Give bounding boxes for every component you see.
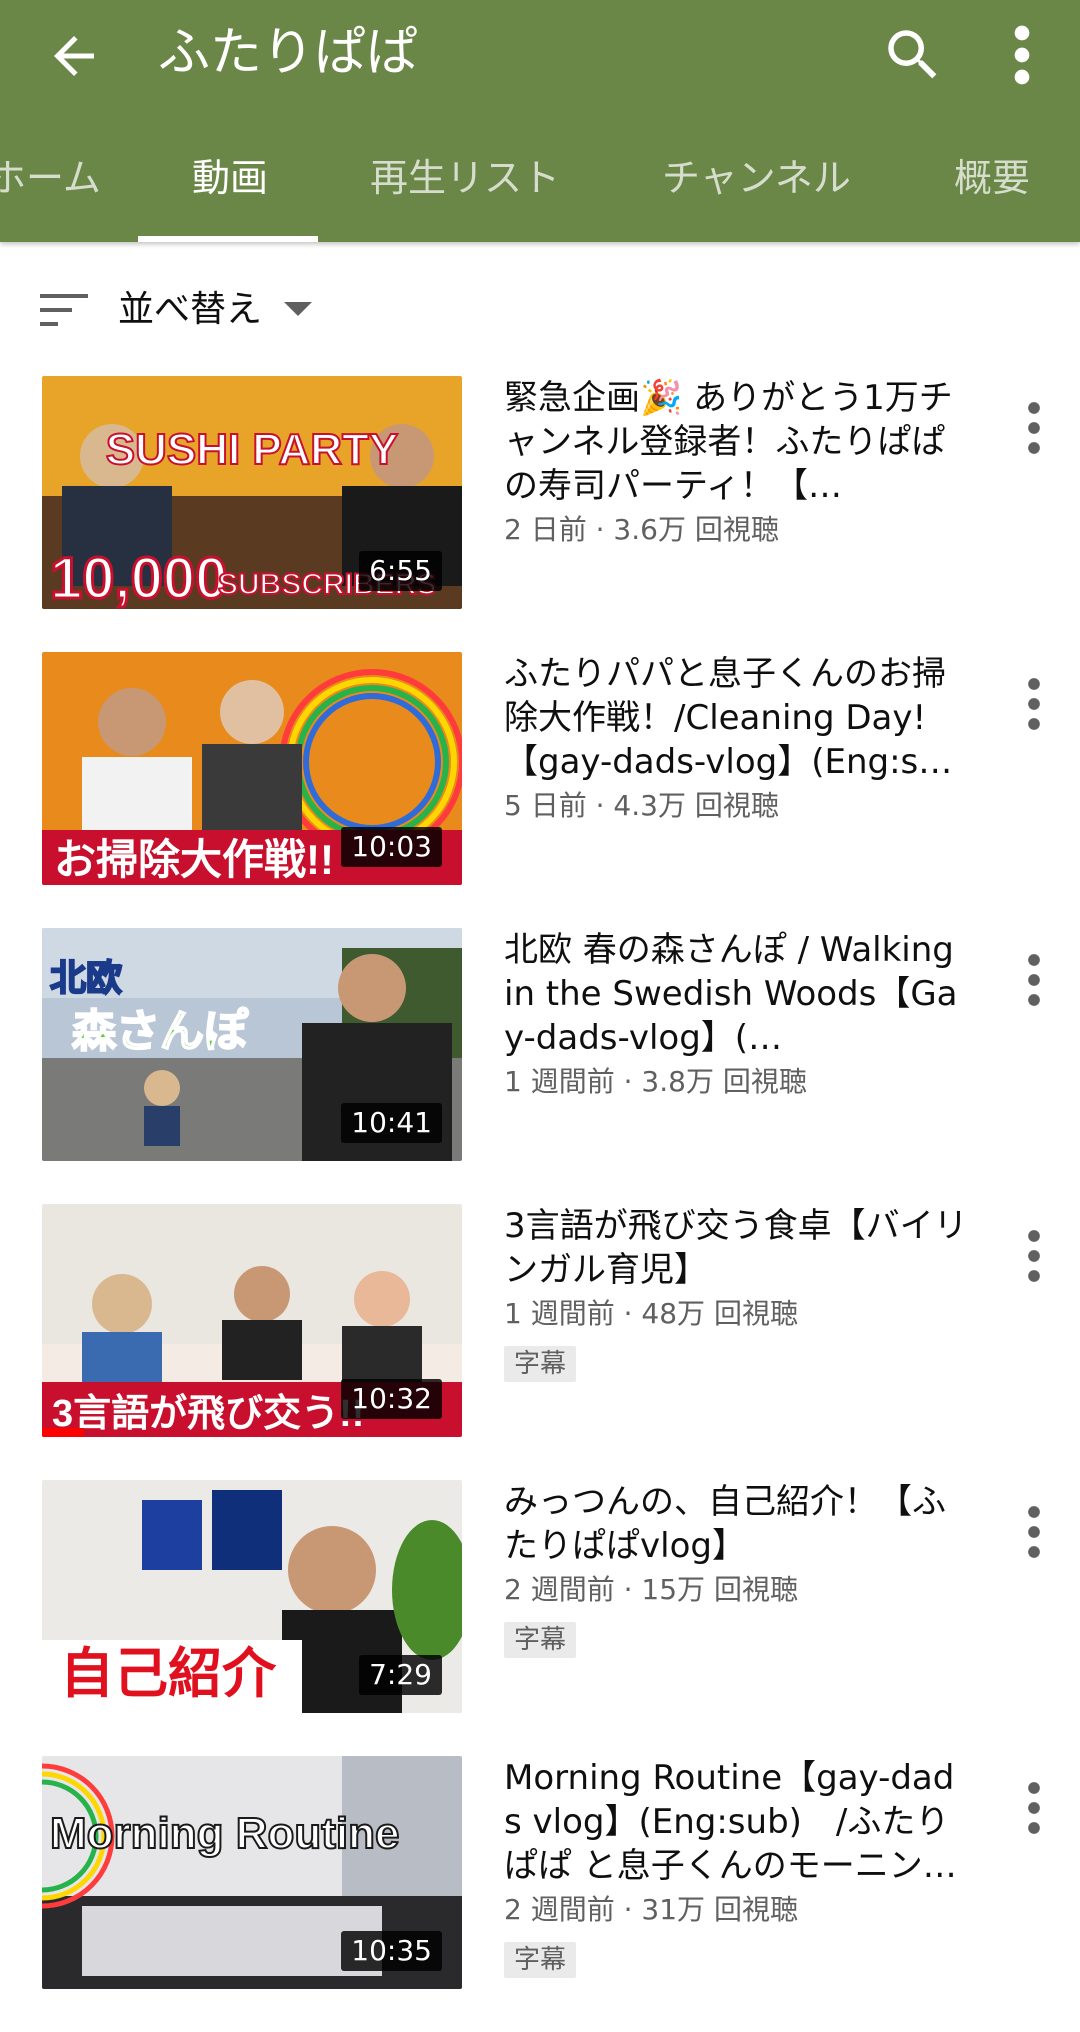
video-item[interactable]: 北欧 森さんぽ 10:41 北欧 春の森さんぽ / Walking in the… [0, 928, 1080, 1204]
tab-channels[interactable]: チャンネル [662, 138, 851, 242]
channel-tabs: ホーム 動画 再生リスト チャンネル 概要 [0, 138, 1080, 242]
video-meta: 2 週間前 · 15万 回視聴 [504, 1573, 798, 1606]
more-vert-icon[interactable] [1014, 674, 1054, 734]
thumb-text: 自己紹介 [60, 1644, 277, 1704]
video-meta: 2 週間前 · 31万 回視聴 [504, 1893, 798, 1926]
more-vert-icon[interactable] [1014, 950, 1054, 1010]
video-thumbnail[interactable]: 3言語が飛び交う!! 10:32 [42, 1204, 462, 1437]
video-thumbnail[interactable]: お掃除大作戦!! 10:03 [42, 652, 462, 885]
active-tab-indicator [138, 236, 318, 242]
video-duration: 7:29 [359, 1655, 442, 1695]
thumb-text: 北欧 [50, 957, 122, 998]
sort-icon [40, 294, 88, 326]
chevron-down-icon [284, 302, 312, 316]
tab-playlists[interactable]: 再生リスト [370, 138, 560, 242]
video-thumbnail[interactable]: 自己紹介 7:29 [42, 1480, 462, 1713]
video-meta: 1 週間前 · 48万 回視聴 [504, 1297, 798, 1330]
search-icon[interactable] [880, 22, 946, 88]
video-thumbnail[interactable]: Morning Routine 10:35 [42, 1756, 462, 1989]
sort-label[interactable]: 並べ替え [118, 282, 262, 338]
video-item[interactable]: SUSHI PARTY 10,000 SUBSCRIBERS 6:55 緊急企画… [0, 376, 1080, 652]
app-bar: ふたりぱぱ ホーム 動画 再生リスト チャンネル 概要 [0, 0, 1080, 242]
arrow-back-icon[interactable] [44, 26, 104, 86]
thumb-text: 森さんぽ [72, 1006, 249, 1056]
video-duration: 10:03 [341, 827, 442, 867]
video-item[interactable]: 3言語が飛び交う!! 10:32 3言語が飛び交う食卓【バイリンガル育児】 1 … [0, 1204, 1080, 1480]
video-item[interactable]: Morning Routine 10:35 Morning Routine【ga… [0, 1756, 1080, 2032]
video-title[interactable]: みっつんの、自己紹介！【ふたりぱぱvlog】 [504, 1480, 972, 1568]
thumb-text: 10,000 [50, 546, 227, 609]
channel-title: ふたりぱぱ [158, 23, 419, 83]
tab-about[interactable]: 概要 [954, 138, 1030, 242]
tab-home[interactable]: ホーム [0, 138, 101, 242]
video-title[interactable]: 北欧 春の森さんぽ / Walking in the Swedish Woods… [504, 928, 972, 1060]
video-duration: 10:41 [341, 1103, 442, 1143]
video-duration: 10:35 [341, 1931, 442, 1971]
video-thumbnail[interactable]: SUSHI PARTY 10,000 SUBSCRIBERS 6:55 [42, 376, 462, 609]
thumb-text: 3言語が飛び交う!! [52, 1392, 364, 1435]
sort-bar[interactable]: 並べ替え [0, 260, 1080, 360]
captions-badge: 字幕 [504, 1942, 577, 1978]
watch-progress-bar [42, 1428, 84, 1437]
video-meta: 5 日前 · 4.3万 回視聴 [504, 789, 779, 822]
video-meta: 2 日前 · 3.6万 回視聴 [504, 513, 779, 546]
more-vert-icon[interactable] [1014, 398, 1054, 458]
video-title[interactable]: ふたりパパと息子くんのお掃除大作戦！/Cleaning Day!【gay-dad… [504, 652, 972, 784]
video-item[interactable]: 自己紹介 7:29 みっつんの、自己紹介！【ふたりぱぱvlog】 2 週間前 ·… [0, 1480, 1080, 1756]
thumb-text: お掃除大作戦!! [54, 836, 334, 883]
tab-videos[interactable]: 動画 [192, 138, 268, 242]
video-duration: 6:55 [359, 551, 442, 591]
more-vert-icon[interactable] [1014, 1778, 1054, 1838]
video-title[interactable]: Morning Routine【gay-dads vlog】(Eng:sub) … [504, 1756, 972, 1888]
video-thumbnail[interactable]: 北欧 森さんぽ 10:41 [42, 928, 462, 1161]
video-duration: 10:32 [341, 1379, 442, 1419]
video-title[interactable]: 3言語が飛び交う食卓【バイリンガル育児】 [504, 1204, 972, 1292]
video-title[interactable]: 緊急企画🎉 ありがとう1万チャンネル登録者！ふたりぱぱの寿司パーティ！【… [504, 376, 972, 508]
thumb-text: SUSHI PARTY [106, 425, 399, 474]
more-vert-icon[interactable] [1000, 22, 1044, 88]
captions-badge: 字幕 [504, 1622, 577, 1658]
thumb-text: Morning Routine [50, 1809, 400, 1858]
more-vert-icon[interactable] [1014, 1226, 1054, 1286]
more-vert-icon[interactable] [1014, 1502, 1054, 1562]
video-meta: 1 週間前 · 3.8万 回視聴 [504, 1065, 807, 1098]
captions-badge: 字幕 [504, 1346, 577, 1382]
video-item[interactable]: お掃除大作戦!! 10:03 ふたりパパと息子くんのお掃除大作戦！/Cleani… [0, 652, 1080, 928]
